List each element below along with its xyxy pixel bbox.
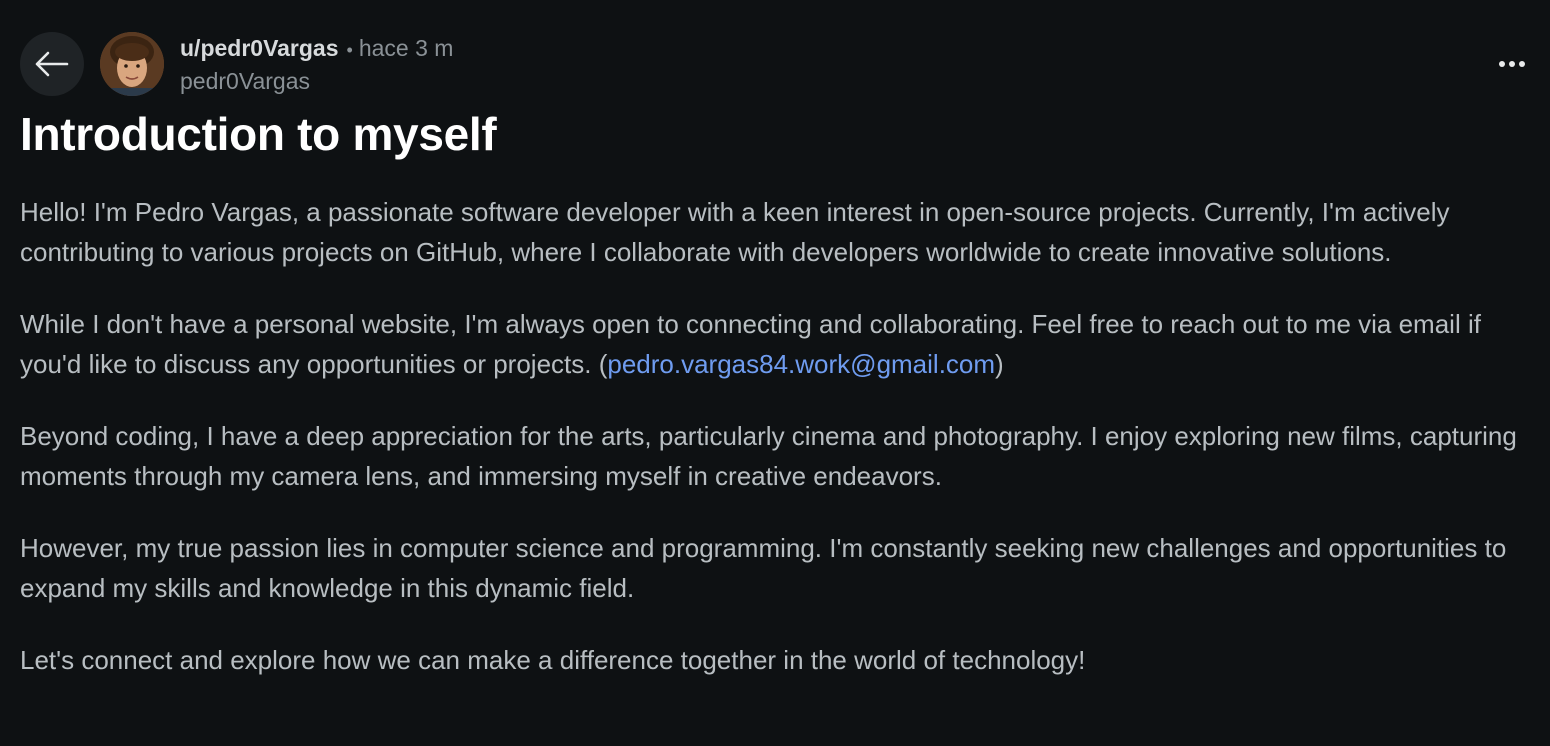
post-title: Introduction to myself	[20, 108, 497, 160]
avatar[interactable]	[100, 32, 164, 96]
post-paragraph: Beyond coding, I have a deep appreciatio…	[20, 421, 1517, 491]
more-options-button[interactable]	[1494, 50, 1530, 78]
email-link[interactable]: pedro.vargas84.work@gmail.com	[607, 349, 995, 379]
post-timestamp: hace 3 m	[358, 35, 454, 61]
back-button[interactable]	[20, 32, 84, 96]
post-paragraph: While I don't have a personal website, I…	[20, 304, 1535, 384]
author-username[interactable]: u/pedr0Vargas	[180, 35, 339, 61]
post-paragraph: However, my true passion lies in compute…	[20, 533, 1507, 603]
post-paragraph: Hello! I'm Pedro Vargas, a passionate so…	[20, 197, 1450, 267]
more-horizontal-icon	[1499, 61, 1525, 67]
post-meta: u/pedr0Vargas • hace 3 m pedr0Vargas	[180, 34, 453, 96]
post-body: Hello! I'm Pedro Vargas, a passionate so…	[20, 192, 1535, 712]
post-header: u/pedr0Vargas • hace 3 m pedr0Vargas	[20, 32, 1530, 96]
paragraph-text: )	[995, 349, 1004, 379]
post-paragraph: Let's connect and explore how we can mak…	[20, 645, 1086, 675]
arrow-left-icon	[35, 51, 69, 77]
author-display-name: pedr0Vargas	[180, 68, 310, 94]
avatar-image	[100, 32, 164, 96]
meta-separator: •	[346, 40, 353, 60]
